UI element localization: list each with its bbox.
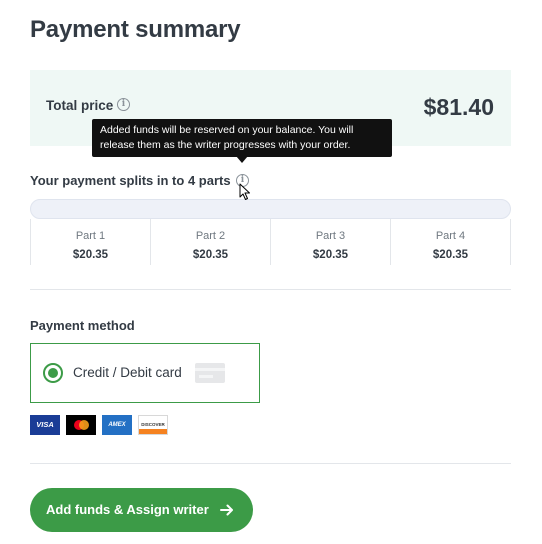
part-amount: $20.35 — [72, 249, 109, 261]
payment-part: Part 3 $20.35 — [270, 219, 390, 265]
part-amount: $20.35 — [432, 249, 469, 261]
payment-progress-bar — [30, 199, 511, 219]
section-divider — [30, 289, 511, 290]
total-price-label: Total price — [46, 98, 114, 113]
part-label: Part 3 — [315, 230, 346, 242]
payment-part: Part 1 $20.35 — [30, 219, 150, 265]
part-label: Part 1 — [75, 230, 106, 242]
section-divider — [30, 463, 511, 464]
payment-option-label: Credit / Debit card — [73, 365, 182, 380]
total-price-value: $81.40 — [423, 94, 494, 120]
arrow-right-icon — [219, 502, 235, 521]
mastercard-logo — [66, 415, 96, 435]
part-amount: $20.35 — [312, 249, 349, 261]
discover-logo-text: DISCOVER — [141, 422, 165, 427]
part-label: Part 2 — [195, 230, 226, 242]
mastercard-orange-circle — [79, 420, 89, 430]
add-funds-assign-writer-button[interactable]: Add funds & Assign writer — [30, 488, 253, 532]
payment-splits-label: Your payment splits in to 4 parts — [30, 173, 231, 188]
payment-method-label: Payment method — [30, 318, 135, 333]
tooltip-arrow — [236, 156, 248, 163]
payment-part: Part 4 $20.35 — [390, 219, 511, 265]
credit-card-icon — [195, 363, 225, 383]
mouse-cursor-icon — [239, 183, 251, 206]
part-amount: $20.35 — [192, 249, 229, 261]
cta-label: Add funds & Assign writer — [46, 502, 209, 517]
info-tooltip: Added funds will be reserved on your bal… — [92, 119, 392, 157]
card-logos: VISA AMEX DISCOVER — [30, 415, 168, 435]
credit-debit-card-option[interactable]: Credit / Debit card — [30, 343, 260, 403]
visa-logo: VISA — [30, 415, 60, 435]
amex-logo: AMEX — [102, 415, 132, 435]
part-label: Part 4 — [435, 230, 466, 242]
payment-part: Part 2 $20.35 — [150, 219, 270, 265]
discover-bar — [139, 429, 167, 434]
payment-summary-page: Payment summary Total price i $81.40 You… — [0, 0, 542, 544]
radio-dot — [48, 368, 58, 378]
discover-logo: DISCOVER — [138, 415, 168, 435]
payment-parts: Part 1 $20.35 Part 2 $20.35 Part 3 $20.3… — [30, 219, 511, 265]
page-title: Payment summary — [30, 16, 241, 43]
radio-selected[interactable] — [43, 363, 63, 383]
info-icon[interactable]: i — [117, 98, 130, 111]
